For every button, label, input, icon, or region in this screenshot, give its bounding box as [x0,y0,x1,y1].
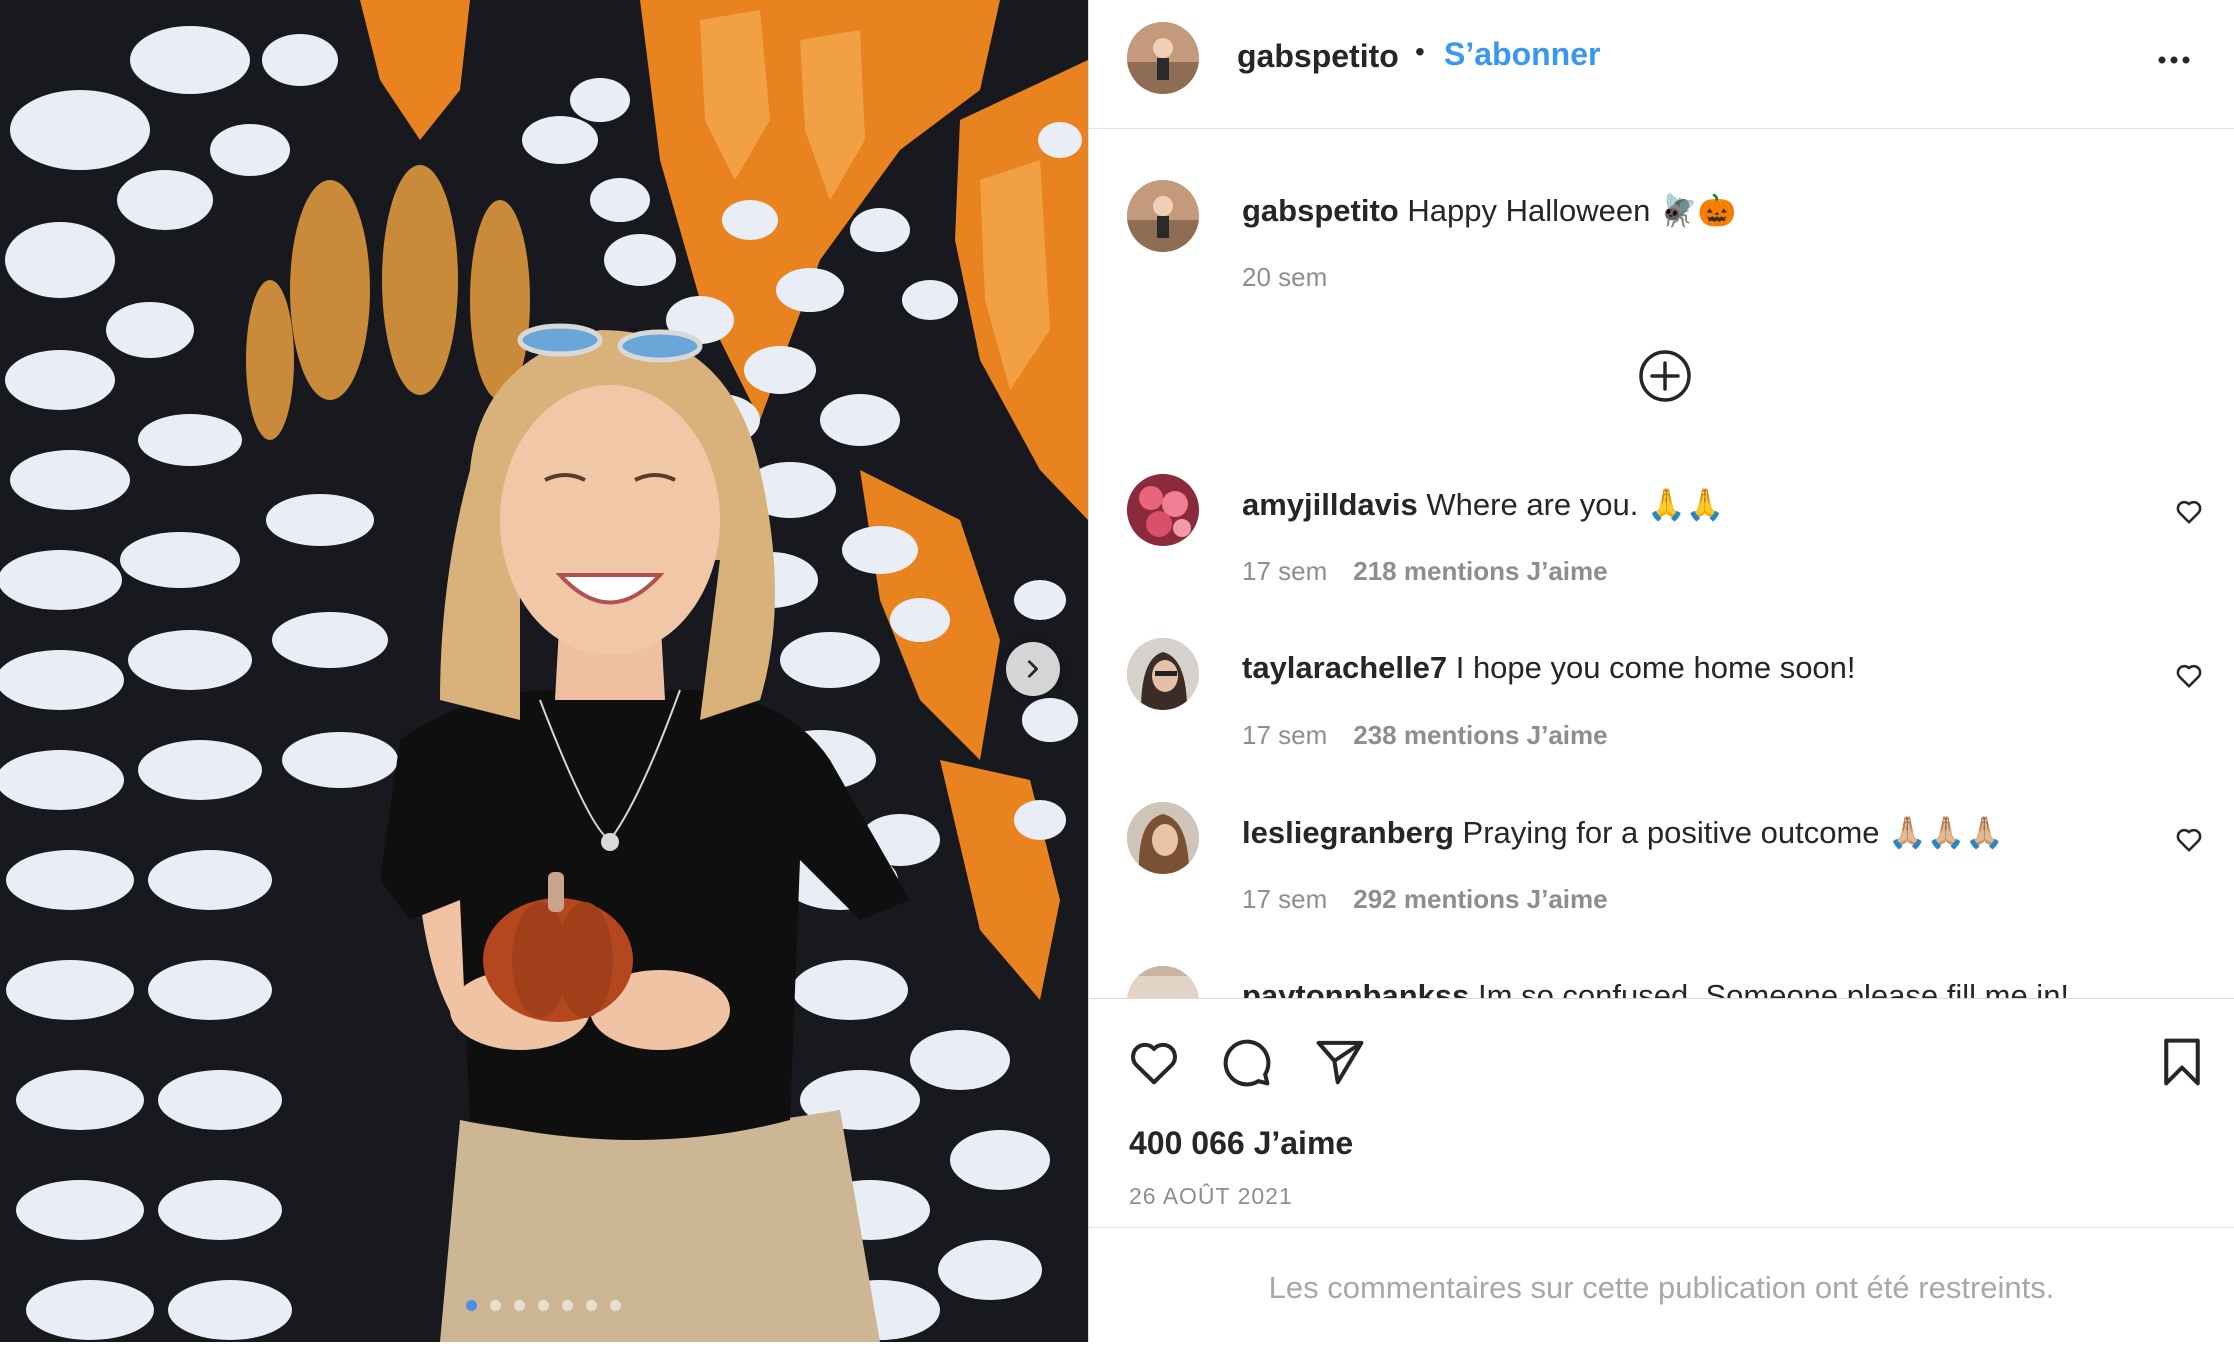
likes-count[interactable]: 400 066 J’aime [1129,1125,1353,1162]
comment-meta: 17 sem 238 mentions J’aime [1242,720,1608,751]
avatar [1127,638,1199,710]
comment-body: I hope you come home soon! [1455,650,1856,685]
avatar [1127,802,1199,874]
comment-time[interactable]: 17 sem [1242,884,1327,914]
heart-icon[interactable] [2174,660,2204,690]
comment-avatar[interactable] [1127,474,1199,546]
caption-body: Happy Halloween 🪰🎃 [1407,193,1737,228]
caption-username[interactable]: gabspetito [1242,193,1399,228]
caption-time[interactable]: 20 sem [1242,262,1327,293]
comment-bubble-icon[interactable] [1219,1035,1273,1089]
comment-likes[interactable]: 292 mentions J’aime [1353,884,1607,914]
avatar [1127,180,1199,252]
comment-body: Where are you. 🙏🙏 [1426,487,1725,522]
post-header: gabspetito • S’abonner [1089,0,2234,129]
butterfly-mural-photo [0,0,1088,1342]
heart-icon[interactable] [2174,496,2204,526]
comment-username[interactable]: amyjilldavis [1242,487,1418,522]
post-side-panel: gabspetito • S’abonner gabspetito Happy … [1088,0,2234,1342]
comment-meta: 17 sem 218 mentions J’aime [1242,556,1608,587]
carousel-dot [586,1300,597,1311]
plus-circle-icon[interactable] [1637,348,1693,404]
separator-dot: • [1415,36,1425,67]
header-username[interactable]: gabspetito [1237,38,1399,75]
comments-list[interactable]: gabspetito Happy Halloween 🪰🎃 20 sem amy… [1089,128,2234,998]
heart-icon[interactable] [2174,824,2204,854]
avatar [1127,966,1199,998]
comment-text: amyjilldavis Where are you. 🙏🙏 [1242,486,1724,523]
carousel-dot [538,1300,549,1311]
carousel-dot [562,1300,573,1311]
carousel-dot [466,1300,477,1311]
heart-icon[interactable] [1127,1035,1181,1089]
restricted-text: Les commentaires sur cette publication o… [1268,1270,2055,1305]
comment-likes[interactable]: 238 mentions J’aime [1353,720,1607,750]
comment-avatar[interactable] [1127,802,1199,874]
comment-avatar[interactable] [1127,966,1199,998]
avatar [1127,22,1199,94]
comment-avatar[interactable] [1127,638,1199,710]
post-date[interactable]: 26 AOÛT 2021 [1129,1183,1293,1210]
comment-meta: 17 sem 292 mentions J’aime [1242,884,1608,915]
comment-text: paytonnbankss Im so confused. Someone pl… [1242,978,2069,998]
comment-body: Praying for a positive outcome 🙏🏼🙏🏼🙏🏼 [1462,815,2004,850]
carousel-dots [466,1300,621,1311]
avatar [1127,474,1199,546]
carousel-dot [514,1300,525,1311]
comment-time[interactable]: 17 sem [1242,720,1327,750]
chevron-right-icon [1027,660,1039,678]
more-horizontal-icon[interactable] [2154,40,2194,80]
comment-body: Im so confused. Someone please fill me i… [1478,978,2070,998]
comment-username[interactable]: paytonnbankss [1242,978,1469,998]
comment-username[interactable]: lesliegranberg [1242,815,1454,850]
comment-username[interactable]: taylarachelle7 [1242,650,1447,685]
post-actions: 400 066 J’aime 26 AOÛT 2021 Les commenta… [1089,998,2234,1345]
comment-text: taylarachelle7 I hope you come home soon… [1242,650,1856,686]
carousel-dot [610,1300,621,1311]
caption-text: gabspetito Happy Halloween 🪰🎃 [1242,192,1736,229]
carousel-next-button[interactable] [1006,642,1060,696]
comment-likes[interactable]: 218 mentions J’aime [1353,556,1607,586]
carousel-dot [490,1300,501,1311]
follow-button[interactable]: S’abonner [1444,36,1600,73]
paper-plane-icon[interactable] [1313,1035,1367,1089]
comment-time[interactable]: 17 sem [1242,556,1327,586]
post-photo [0,0,1088,1342]
bookmark-icon[interactable] [2155,1035,2209,1089]
comment-text: lesliegranberg Praying for a positive ou… [1242,814,2004,851]
header-avatar[interactable] [1127,22,1199,94]
caption-avatar[interactable] [1127,180,1199,252]
comments-restricted-notice: Les commentaires sur cette publication o… [1089,1227,2234,1348]
